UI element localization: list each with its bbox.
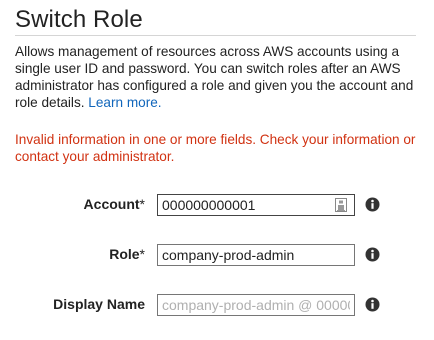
page-title: Switch Role — [15, 6, 143, 33]
info-icon[interactable] — [365, 197, 380, 212]
description: Allows management of resources across AW… — [15, 43, 419, 111]
role-label-text: Role — [109, 246, 140, 262]
display-name-input[interactable] — [157, 294, 355, 316]
error-message: Invalid information in one or more field… — [15, 132, 416, 164]
required-asterisk: * — [139, 246, 145, 262]
role-input[interactable] — [157, 244, 355, 266]
account-label-text: Account — [83, 196, 140, 212]
learn-more-link[interactable]: Learn more. — [88, 95, 161, 110]
autofill-icon[interactable] — [335, 198, 347, 212]
description-text: Allows management of resources across AW… — [15, 44, 414, 110]
switch-role-page: Switch Role Allows management of resourc… — [0, 0, 434, 340]
display-name-label: Display Name — [53, 296, 145, 312]
info-icon[interactable] — [365, 297, 380, 312]
account-input[interactable] — [157, 194, 355, 216]
required-asterisk: * — [139, 196, 145, 212]
title-divider — [15, 35, 416, 36]
role-label: Role* — [109, 246, 145, 262]
account-label: Account* — [84, 196, 145, 212]
info-icon[interactable] — [365, 247, 380, 262]
